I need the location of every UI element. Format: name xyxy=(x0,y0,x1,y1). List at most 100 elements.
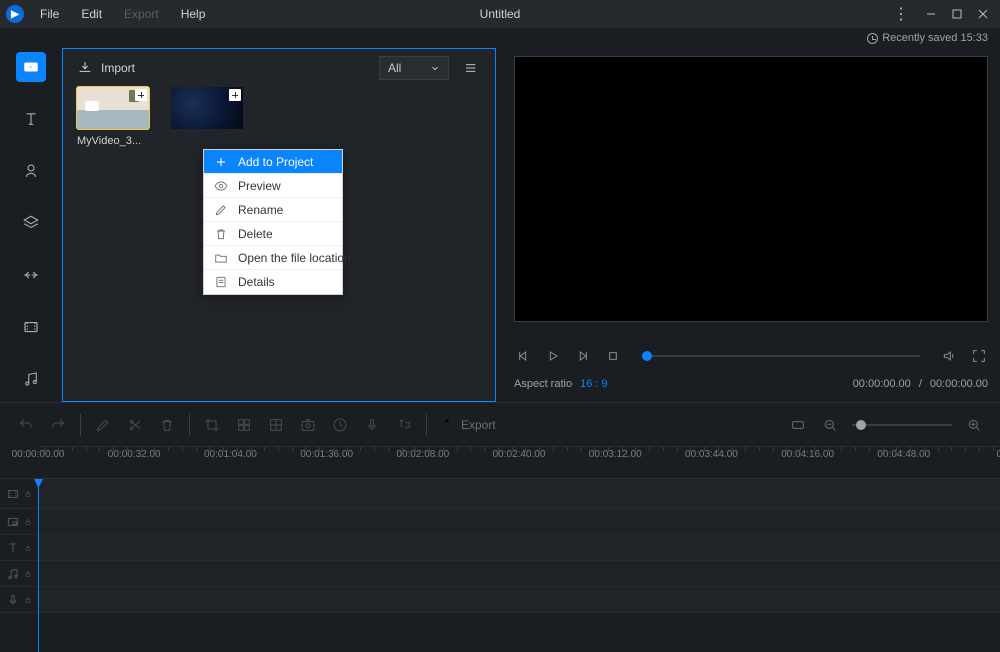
media-tab[interactable] xyxy=(16,52,46,82)
mic-track-icon xyxy=(6,593,20,607)
ctx-preview[interactable]: Preview xyxy=(204,174,342,198)
menu-help[interactable]: Help xyxy=(173,5,214,23)
menu-edit[interactable]: Edit xyxy=(73,5,110,23)
timeline-toolbar: Export xyxy=(0,402,1000,446)
ctx-details[interactable]: Details xyxy=(204,270,342,294)
track-body[interactable] xyxy=(38,479,1000,508)
plus-icon xyxy=(214,155,228,169)
media-thumb-2[interactable] xyxy=(171,87,243,147)
overlays-tab[interactable] xyxy=(16,208,46,238)
stop-button[interactable] xyxy=(604,347,622,365)
thumb-add-icon[interactable] xyxy=(135,89,147,101)
undo-button[interactable] xyxy=(16,415,36,435)
fullscreen-button[interactable] xyxy=(970,347,988,365)
track-text[interactable] xyxy=(0,535,1000,561)
time-current: 00:00:00.00 xyxy=(853,378,911,390)
ctx-delete[interactable]: Delete xyxy=(204,222,342,246)
import-label: Import xyxy=(101,61,135,75)
track-pip[interactable] xyxy=(0,509,1000,535)
progress-knob[interactable] xyxy=(642,351,652,361)
media-thumb-1[interactable]: MyVideo_3... xyxy=(77,87,149,147)
lock-icon[interactable] xyxy=(24,517,32,527)
ctx-open-location[interactable]: Open the file location xyxy=(204,246,342,270)
fit-button[interactable] xyxy=(788,415,808,435)
grid-button[interactable] xyxy=(266,415,286,435)
track-head-text xyxy=(0,535,38,560)
text-tab[interactable] xyxy=(16,104,46,134)
crop-button[interactable] xyxy=(202,415,222,435)
zoom-slider[interactable] xyxy=(852,424,952,426)
track-body[interactable] xyxy=(38,509,1000,534)
lock-icon[interactable] xyxy=(24,489,32,499)
eye-icon xyxy=(214,179,228,193)
effects-tab[interactable] xyxy=(16,156,46,186)
audio-tab[interactable] xyxy=(16,364,46,394)
main-area: Import All MyVideo_3... xyxy=(0,48,1000,402)
context-menu: Add to Project Preview Rename Delete Ope… xyxy=(203,149,343,295)
track-head-audio xyxy=(0,561,38,586)
next-frame-button[interactable] xyxy=(574,347,592,365)
media-panel: Import All MyVideo_3... xyxy=(62,48,496,402)
lock-icon[interactable] xyxy=(24,569,32,579)
zoom-in-button[interactable] xyxy=(964,415,984,435)
playhead[interactable] xyxy=(38,479,39,652)
aspect-ratio-value[interactable]: 16 : 9 xyxy=(580,378,608,390)
preview-canvas xyxy=(514,56,988,322)
track-head-pip xyxy=(0,509,38,534)
import-button[interactable]: Import xyxy=(77,60,135,76)
preview-panel: Aspect ratio 16 : 9 00:00:00.00 / 00:00:… xyxy=(496,48,1000,402)
minimize-button[interactable] xyxy=(920,3,942,25)
menu-file[interactable]: File xyxy=(32,5,67,23)
elements-tab[interactable] xyxy=(16,312,46,342)
speed-button[interactable] xyxy=(330,415,350,435)
track-head-video xyxy=(0,479,38,508)
ctx-rename[interactable]: Rename xyxy=(204,198,342,222)
track-body[interactable] xyxy=(38,535,1000,560)
recently-saved: Recently saved 15:33 xyxy=(867,32,988,44)
app-logo: ▶ xyxy=(6,5,24,23)
thumb-add-icon[interactable] xyxy=(229,89,241,101)
delete-button[interactable] xyxy=(157,415,177,435)
redo-button[interactable] xyxy=(48,415,68,435)
tracks xyxy=(0,479,1000,652)
tts-button[interactable] xyxy=(394,415,414,435)
left-tool-rail xyxy=(0,48,62,402)
status-row: Recently saved 15:33 xyxy=(0,28,1000,48)
thumb-image xyxy=(77,87,149,129)
snapshot-button[interactable] xyxy=(298,415,318,435)
transitions-tab[interactable] xyxy=(16,260,46,290)
preview-progress[interactable] xyxy=(642,355,920,357)
track-body[interactable] xyxy=(38,587,1000,612)
ctx-add-to-project[interactable]: Add to Project xyxy=(204,150,342,174)
thumb-label: MyVideo_3... xyxy=(77,135,149,147)
close-button[interactable] xyxy=(972,3,994,25)
details-icon xyxy=(214,275,228,289)
timeline-body xyxy=(0,478,1000,652)
mosaic-button[interactable] xyxy=(234,415,254,435)
track-voice[interactable] xyxy=(0,587,1000,613)
list-view-toggle[interactable] xyxy=(459,57,481,79)
lock-icon[interactable] xyxy=(24,595,32,605)
voice-button[interactable] xyxy=(362,415,382,435)
zoom-out-button[interactable] xyxy=(820,415,840,435)
text-track-icon xyxy=(6,541,20,555)
more-icon[interactable]: ⋮ xyxy=(887,4,916,24)
zoom-knob[interactable] xyxy=(856,420,866,430)
maximize-button[interactable] xyxy=(946,3,968,25)
play-button[interactable] xyxy=(544,347,562,365)
track-video[interactable] xyxy=(0,479,1000,509)
timeline-ruler[interactable]: 00:00:00.0000:00:32.0000:01:04.0000:01:3… xyxy=(38,446,1000,478)
edit-button[interactable] xyxy=(93,415,113,435)
ruler-segment: 00:04:48.00 xyxy=(904,447,1000,478)
lock-icon[interactable] xyxy=(24,543,32,553)
cut-button[interactable] xyxy=(125,415,145,435)
media-grid: MyVideo_3... xyxy=(63,87,495,147)
volume-button[interactable] xyxy=(940,347,958,365)
titlebar: ▶ File Edit Export Help Untitled ⋮ xyxy=(0,0,1000,28)
track-audio[interactable] xyxy=(0,561,1000,587)
track-head-voice xyxy=(0,587,38,612)
prev-frame-button[interactable] xyxy=(514,347,532,365)
export-button[interactable]: Export xyxy=(439,417,496,433)
media-filter-dropdown[interactable]: All xyxy=(379,56,449,80)
track-body[interactable] xyxy=(38,561,1000,586)
